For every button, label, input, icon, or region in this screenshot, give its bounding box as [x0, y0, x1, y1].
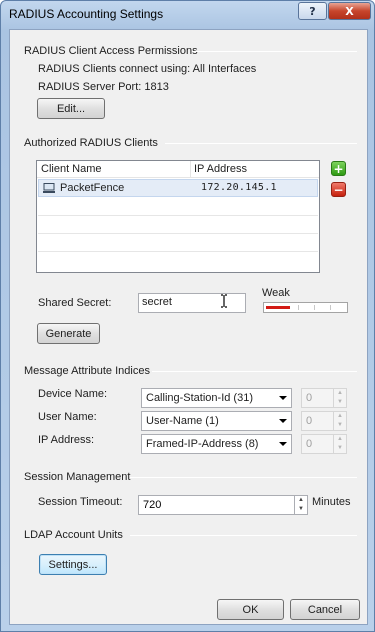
strength-label: Weak [262, 287, 290, 299]
clients-section-label: Authorized RADIUS Clients [24, 137, 158, 149]
spin-up-icon: ▲ [337, 436, 343, 442]
user-name-select[interactable]: User-Name (1) [141, 411, 292, 431]
section-divider [152, 371, 357, 372]
section-divider [130, 477, 357, 478]
chevron-down-icon [279, 396, 287, 400]
ip-address-label: IP Address: [38, 434, 95, 446]
ldap-settings-button[interactable]: Settings... [39, 554, 107, 575]
session-timeout-value: 720 [143, 499, 162, 511]
user-name-value: User-Name (1) [146, 415, 219, 427]
client-name-cell: PacketFence [60, 182, 125, 194]
strength-fill [266, 306, 290, 309]
edit-button[interactable]: Edit... [37, 98, 105, 119]
list-item[interactable]: PacketFence 172.20.145.1 [38, 179, 318, 197]
minus-icon: − [333, 182, 344, 197]
spin-down-icon[interactable]: ▼ [295, 505, 307, 514]
ip-address-value: Framed-IP-Address (8) [146, 438, 259, 450]
spin-down-icon: ▼ [337, 399, 343, 405]
title-bar[interactable]: RADIUS Accounting Settings ? X [1, 1, 374, 29]
chevron-down-icon [279, 419, 287, 423]
session-timeout-label: Session Timeout: [38, 496, 123, 508]
add-client-button[interactable]: + [331, 161, 346, 176]
session-timeout-stepper[interactable]: 720 ▲ ▼ [138, 495, 308, 515]
connect-text: RADIUS Clients connect using: All Interf… [38, 63, 257, 75]
spin-up-icon: ▲ [337, 413, 343, 419]
user-name-index-value: 0 [306, 415, 313, 427]
user-name-index-stepper: 0 ▲ ▼ [301, 411, 347, 431]
list-item [38, 234, 318, 252]
chevron-down-icon [279, 442, 287, 446]
shared-secret-input[interactable]: secret [138, 293, 246, 313]
device-name-label: Device Name: [38, 388, 108, 400]
shared-secret-label: Shared Secret: [38, 297, 112, 309]
list-header: Client Name IP Address [37, 161, 319, 178]
device-name-index-stepper: 0 ▲ ▼ [301, 388, 347, 408]
device-name-select[interactable]: Calling-Station-Id (31) [141, 388, 292, 408]
password-strength-meter [263, 302, 348, 313]
spin-down-icon: ▼ [337, 422, 343, 428]
spin-down-icon: ▼ [337, 445, 343, 451]
attributes-section-label: Message Attribute Indices [24, 365, 150, 377]
access-section-label: RADIUS Client Access Permissions [24, 45, 198, 57]
ip-address-select[interactable]: Framed-IP-Address (8) [141, 434, 292, 454]
plus-icon: + [333, 161, 344, 176]
clients-list[interactable]: Client Name IP Address PacketFence 172.2… [36, 160, 320, 273]
spin-up-icon[interactable]: ▲ [295, 496, 307, 505]
ok-button[interactable]: OK [217, 599, 284, 620]
text-cursor-icon [221, 294, 227, 308]
section-divider [165, 143, 357, 144]
section-divider [192, 51, 357, 52]
help-button[interactable]: ? [298, 2, 327, 20]
device-name-value: Calling-Station-Id (31) [146, 392, 253, 404]
ip-address-index-value: 0 [306, 438, 313, 450]
column-header-client-name[interactable]: Client Name [41, 163, 102, 175]
port-text: RADIUS Server Port: 1813 [38, 81, 169, 93]
help-icon: ? [309, 4, 316, 18]
cancel-button[interactable]: Cancel [290, 599, 360, 620]
computer-icon [43, 183, 55, 193]
user-name-label: User Name: [38, 411, 97, 423]
section-divider [130, 535, 357, 536]
dialog-window: RADIUS Accounting Settings ? X RADIUS Cl… [0, 0, 375, 632]
list-item [38, 216, 318, 234]
spin-up-icon: ▲ [337, 390, 343, 396]
window-title: RADIUS Accounting Settings [9, 7, 164, 21]
device-name-index-value: 0 [306, 392, 313, 404]
column-header-ip-address[interactable]: IP Address [194, 163, 247, 175]
remove-client-button[interactable]: − [331, 182, 346, 197]
close-icon: X [345, 4, 354, 18]
dialog-body: RADIUS Client Access Permissions RADIUS … [9, 29, 368, 625]
ldap-section-label: LDAP Account Units [24, 529, 123, 541]
close-button[interactable]: X [328, 2, 371, 20]
session-section-label: Session Management [24, 471, 131, 483]
session-timeout-unit: Minutes [312, 496, 351, 508]
generate-button[interactable]: Generate [37, 323, 100, 344]
list-item [38, 252, 318, 270]
ip-address-index-stepper: 0 ▲ ▼ [301, 434, 347, 454]
ip-address-cell: 172.20.145.1 [201, 182, 277, 193]
list-item [38, 198, 318, 216]
